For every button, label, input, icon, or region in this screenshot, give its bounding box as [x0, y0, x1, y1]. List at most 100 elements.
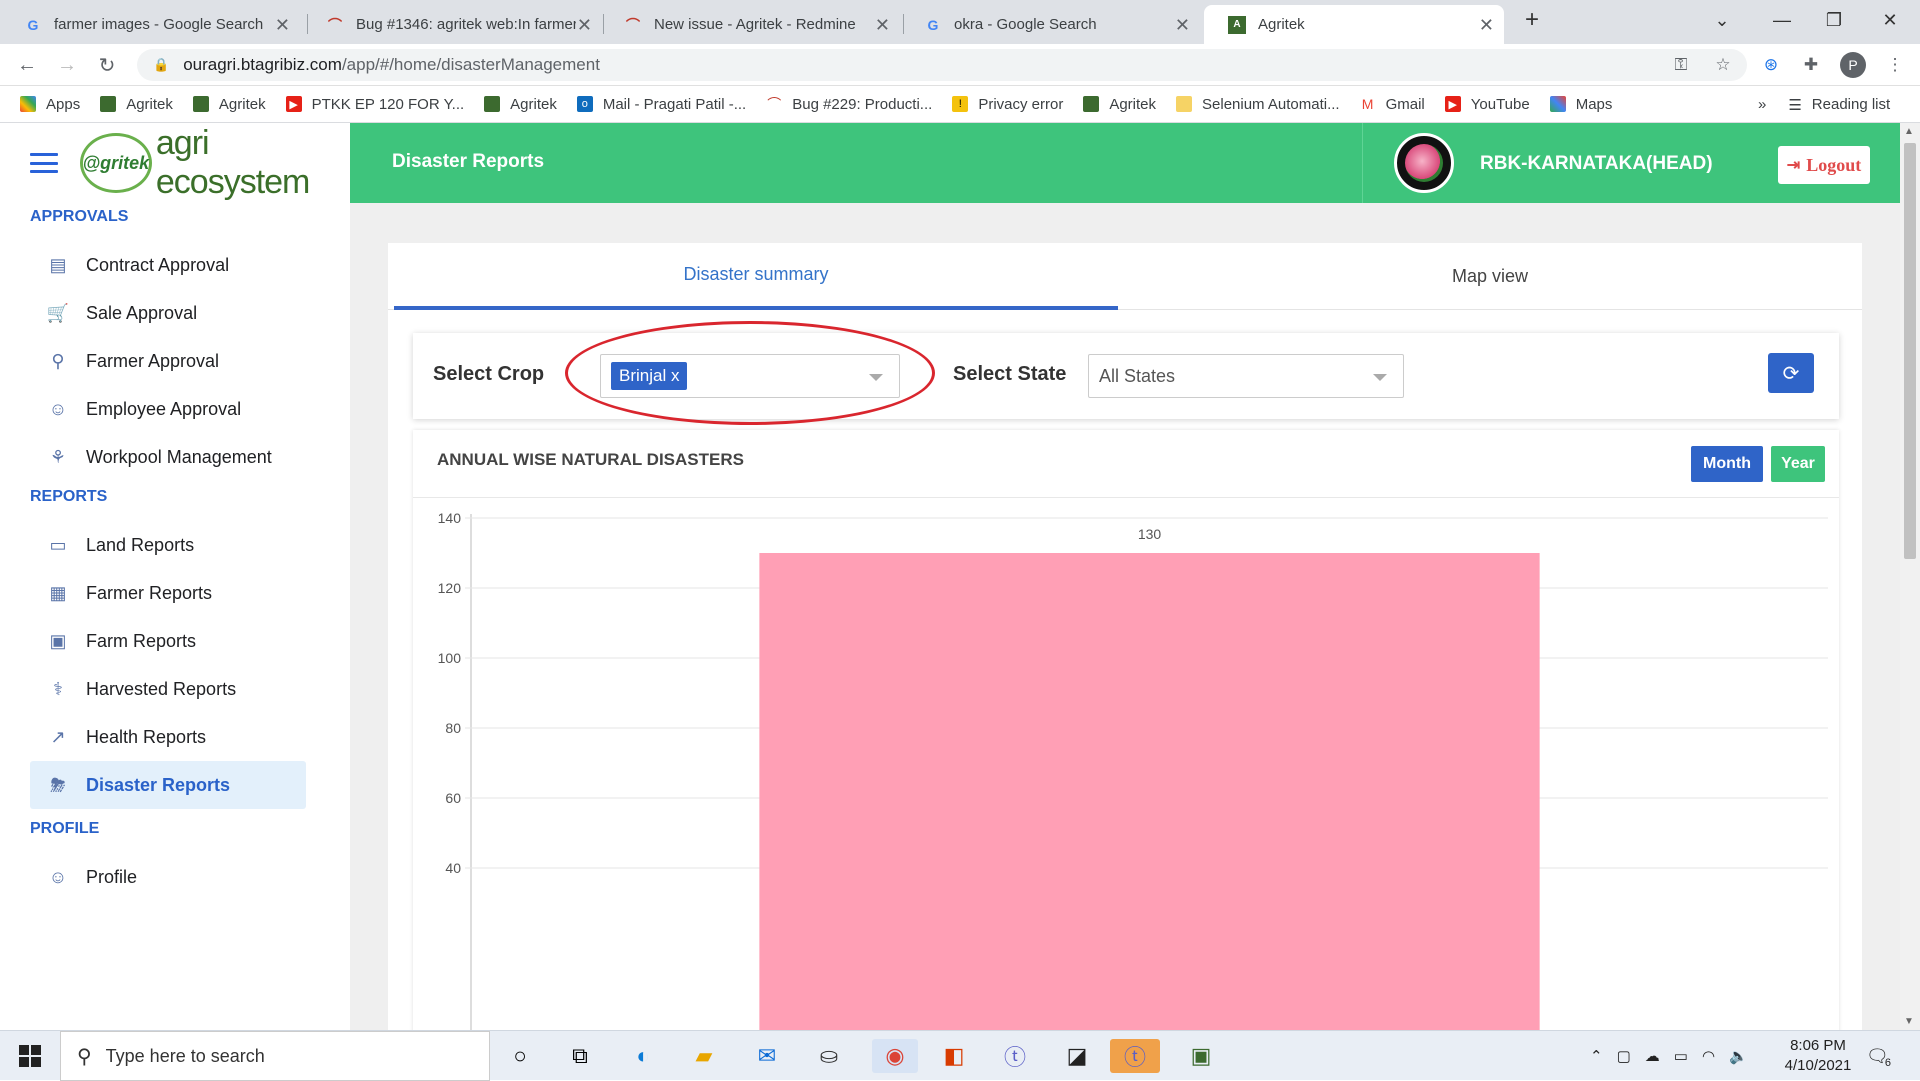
bookmark-item[interactable]: Maps	[1549, 96, 1612, 113]
star-icon[interactable]: ☆	[1712, 54, 1734, 76]
windows-start-icon[interactable]	[0, 1031, 60, 1081]
new-tab-icon[interactable]: +	[1502, 0, 1562, 40]
forward-icon[interactable]: →	[54, 52, 80, 78]
bookmark-item[interactable]: Selenium Automati...	[1176, 96, 1340, 113]
close-icon[interactable]: ✕	[275, 15, 290, 36]
chrome-icon[interactable]: ◉	[872, 1039, 918, 1073]
file-explorer-icon[interactable]: ▰	[687, 1039, 721, 1073]
more-bookmarks-icon[interactable]: »	[1758, 96, 1766, 113]
bookmark-item[interactable]: ⌒ Bug #229: Producti...	[766, 96, 932, 113]
bookmark-item[interactable]: Agritek	[192, 96, 266, 113]
reload-icon[interactable]: ↻	[94, 52, 120, 78]
agritek-app-icon[interactable]: ▣	[1184, 1039, 1218, 1073]
scroll-thumb[interactable]	[1904, 143, 1916, 559]
sticky-notes-icon[interactable]: ◪	[1060, 1039, 1094, 1073]
bookmark-item[interactable]: o Mail - Pragati Patil -...	[576, 96, 746, 113]
browser-tab[interactable]: G farmer images - Google Search ✕	[0, 5, 300, 44]
scroll-down-icon[interactable]: ▼	[1904, 1016, 1914, 1027]
logout-button[interactable]: ⇥ Logout	[1778, 146, 1870, 184]
farmer-report-icon: ▦	[49, 582, 67, 603]
sidebar-item-health-reports[interactable]: ↗ Health Reports	[30, 713, 306, 761]
teams-notification-icon[interactable]: ⓣ	[1110, 1039, 1160, 1073]
cortana-icon[interactable]: ○	[503, 1039, 537, 1073]
bookmark-item[interactable]: Agritek	[484, 96, 557, 113]
sidebar-item-employee-approval[interactable]: ☺ Employee Approval	[30, 385, 306, 433]
more-icon[interactable]: ⋮	[1884, 54, 1906, 76]
bookmark-item[interactable]: Agritek	[100, 96, 173, 113]
sidebar-item-farmer-reports[interactable]: ▦ Farmer Reports	[30, 569, 306, 617]
battery-icon[interactable]: ▭	[1674, 1047, 1688, 1065]
taskbar-clock[interactable]: 8:06 PM 4/10/2021	[1768, 1036, 1868, 1076]
state-select[interactable]: All States	[1088, 354, 1404, 398]
teams-icon[interactable]: ⓣ	[998, 1039, 1032, 1073]
year-button[interactable]: Year	[1771, 446, 1825, 482]
mail-icon[interactable]: ✉	[750, 1039, 784, 1073]
key-icon[interactable]: ⚿	[1670, 54, 1692, 76]
browser-tab[interactable]: ⌒ New issue - Agritek - Redmine ✕	[600, 5, 900, 44]
bookmark-apps[interactable]: Apps	[20, 96, 80, 113]
sidebar-item-land-reports[interactable]: ▭ Land Reports	[30, 521, 306, 569]
close-window-icon[interactable]: ✕	[1860, 0, 1920, 40]
minimize-icon[interactable]: —	[1752, 0, 1812, 40]
user-avatar[interactable]	[1394, 133, 1454, 193]
sidebar-item-sale-approval[interactable]: 🛒 Sale Approval	[30, 289, 306, 337]
profile-avatar[interactable]: P	[1840, 52, 1866, 78]
tab-disaster-summary[interactable]: Disaster summary	[394, 243, 1118, 310]
browser-tab-active[interactable]: A Agritek ✕	[1204, 5, 1504, 44]
sidebar-item-label: Farm Reports	[86, 630, 197, 651]
volume-icon[interactable]: 🔈	[1729, 1047, 1748, 1065]
reading-list-button[interactable]: Reading list	[1812, 96, 1890, 113]
edge-icon[interactable]: ◐	[626, 1039, 660, 1073]
notification-center-icon[interactable]: 🗨 6	[1866, 1031, 1891, 1081]
chevron-down-icon	[1373, 374, 1387, 381]
report-card: Disaster summary Map view Select Crop Br…	[388, 243, 1862, 1070]
store-icon[interactable]: ⛀	[812, 1039, 846, 1073]
bookmark-item[interactable]: ▶ PTKK EP 120 FOR Y...	[285, 96, 464, 113]
close-icon[interactable]: ✕	[1175, 15, 1190, 36]
task-view-icon[interactable]: ⧉	[563, 1039, 597, 1073]
chevron-up-icon[interactable]: ⌃	[1590, 1047, 1603, 1065]
office-icon[interactable]: ◧	[937, 1039, 971, 1073]
app-logo[interactable]: @gritek agri ecosystem	[79, 124, 350, 202]
bookmark-item[interactable]: M Gmail	[1359, 96, 1425, 113]
page-scrollbar[interactable]: ▲ ▼	[1900, 123, 1920, 1030]
bookmark-item[interactable]: Agritek	[1083, 96, 1156, 113]
maximize-icon[interactable]: ❐	[1804, 0, 1864, 40]
close-icon[interactable]: ✕	[875, 15, 890, 36]
extension-icon[interactable]: ⊛	[1760, 54, 1782, 76]
device-icon[interactable]: ▢	[1617, 1047, 1631, 1065]
wifi-icon[interactable]: ◠	[1702, 1047, 1715, 1065]
month-button[interactable]: Month	[1691, 446, 1763, 482]
sidebar-item-contract-approval[interactable]: ▤ Contract Approval	[30, 241, 306, 289]
sidebar-item-label: Workpool Management	[86, 446, 272, 467]
sidebar-item-disaster-reports[interactable]: ⛈ Disaster Reports	[30, 761, 306, 809]
trend-icon: ↗	[50, 726, 66, 747]
close-icon[interactable]: ✕	[577, 15, 592, 36]
sidebar-item-workpool-management[interactable]: ⚘ Workpool Management	[30, 433, 306, 481]
tab-map-view[interactable]: Map view	[1118, 243, 1862, 310]
tab-search-icon[interactable]: ⌄	[1692, 0, 1752, 40]
y-tick-label: 100	[438, 650, 462, 666]
menu-icon[interactable]	[30, 153, 58, 173]
sidebar-item-label: Land Reports	[86, 534, 195, 555]
browser-tab[interactable]: G okra - Google Search ✕	[900, 5, 1200, 44]
agritek-icon	[1083, 96, 1100, 112]
sidebar-item-harvested-reports[interactable]: ⚕ Harvested Reports	[30, 665, 306, 713]
sidebar-item-farm-reports[interactable]: ▣ Farm Reports	[30, 617, 306, 665]
browser-tab[interactable]: ⌒ Bug #1346: agritek web:In farmer ✕	[302, 5, 602, 44]
bar-data-label: 130	[1138, 526, 1162, 542]
close-icon[interactable]: ✕	[1479, 15, 1494, 36]
back-icon[interactable]: ←	[14, 52, 40, 78]
address-bar[interactable]: 🔒 ouragri.btagribiz.com/app/#/home/disas…	[137, 49, 1747, 81]
bookmark-item[interactable]: ▶ YouTube	[1444, 96, 1530, 113]
sidebar-item-profile[interactable]: ☺ Profile	[30, 853, 306, 901]
bookmark-item[interactable]: ! Privacy error	[952, 96, 1063, 113]
cloud-icon[interactable]: ☁	[1645, 1047, 1660, 1065]
refresh-button[interactable]: ⟳	[1768, 353, 1814, 393]
youtube-icon: ▶	[1444, 96, 1461, 112]
taskbar-search[interactable]: ⚲ Type here to search	[60, 1031, 490, 1081]
scroll-up-icon[interactable]: ▲	[1904, 126, 1914, 137]
puzzle-icon[interactable]: ✚	[1800, 54, 1822, 76]
agritek-icon	[100, 96, 117, 112]
sidebar-item-farmer-approval[interactable]: ⚲ Farmer Approval	[30, 337, 306, 385]
